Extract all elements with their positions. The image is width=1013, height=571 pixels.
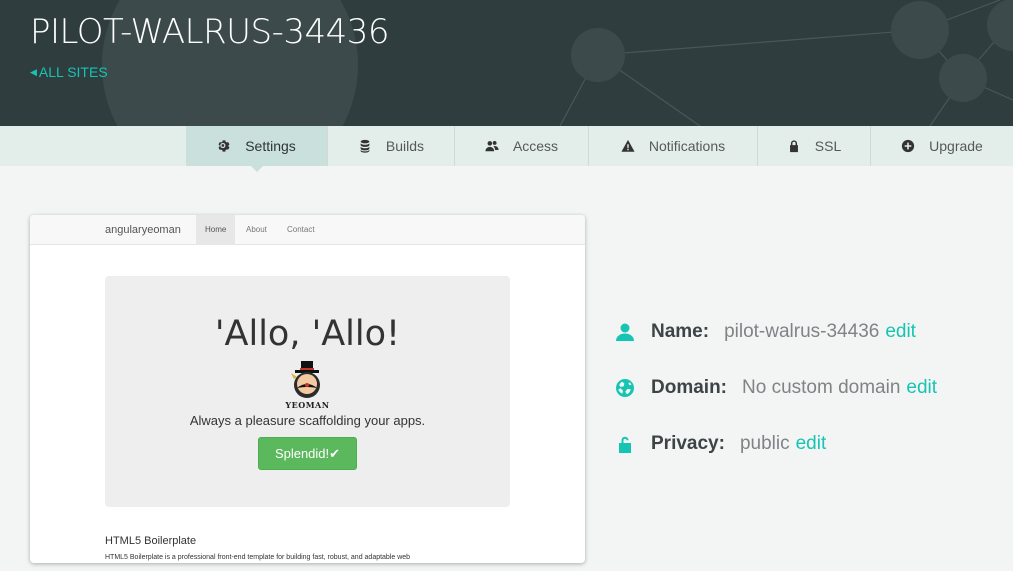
tab-access[interactable]: Access	[454, 126, 588, 166]
tab-label: SSL	[814, 138, 842, 154]
yeoman-logo	[291, 361, 320, 398]
site-header: PILOT-WALRUS-34436 ◀ ALL SITES	[0, 0, 1013, 126]
preview-headline: 'Allo, 'Allo!	[214, 314, 401, 354]
all-sites-label: ALL SITES	[38, 64, 108, 80]
preview-section-title: HTML5 Boilerplate	[105, 535, 197, 547]
yeoman-logo-text: YEOMAN	[285, 400, 330, 410]
caret-left-icon: ◀	[30, 66, 37, 77]
domain-value: No custom domain	[742, 377, 901, 398]
unlock-icon	[614, 433, 636, 455]
user-icon	[614, 321, 636, 343]
info-privacy-row: Privacy: public edit	[614, 429, 826, 459]
info-domain-row: Domain: No custom domain edit	[614, 373, 937, 403]
preview-nav-about: About	[246, 225, 267, 234]
edit-name-link[interactable]: edit	[885, 321, 916, 343]
info-name-row: Name: pilot-walrus-34436 edit	[614, 317, 916, 347]
preview-nav-home: Home	[196, 215, 236, 245]
preview-section-text: HTML5 Boilerplate is a professional fron…	[105, 554, 411, 561]
warning-icon	[621, 139, 635, 152]
tab-ssl[interactable]: SSL	[757, 126, 870, 166]
preview-nav-contact: Contact	[287, 225, 315, 234]
tab-notifications[interactable]: Notifications	[588, 126, 757, 166]
database-icon	[360, 139, 370, 153]
preview-jumbotron: 'Allo, 'Allo! YEOMAN Always a pleasure s…	[105, 276, 510, 507]
site-preview[interactable]: angularyeoman Home About Contact 'Allo, …	[30, 215, 585, 563]
tab-label: Builds	[385, 138, 425, 154]
name-value: pilot-walrus-34436	[724, 321, 880, 342]
tab-label: Notifications	[648, 138, 726, 154]
name-label: Name:	[651, 321, 710, 342]
all-sites-link[interactable]: ◀ ALL SITES	[30, 64, 108, 80]
tab-settings[interactable]: Settings	[186, 126, 327, 172]
tab-upgrade[interactable]: Upgrade	[870, 126, 1013, 166]
tab-label: Upgrade	[929, 138, 983, 154]
tab-label: Settings	[245, 138, 296, 154]
globe-icon	[614, 377, 636, 399]
tab-label: Access	[512, 138, 559, 154]
preview-brand: angularyeoman	[105, 224, 181, 236]
edit-privacy-link[interactable]: edit	[796, 433, 827, 455]
privacy-label: Privacy:	[651, 433, 725, 454]
lock-icon	[789, 140, 798, 153]
users-icon	[485, 141, 499, 152]
tab-builds[interactable]: Builds	[327, 126, 454, 166]
edit-domain-link[interactable]: edit	[906, 377, 937, 399]
site-tabs: Settings Builds Access Notifications SSL…	[0, 126, 1013, 172]
plus-circle-icon	[902, 139, 915, 153]
domain-label: Domain:	[651, 377, 727, 398]
preview-lead-text: Always a pleasure scaffolding your apps.	[189, 413, 426, 428]
gear-icon	[218, 140, 230, 152]
privacy-value: public	[739, 433, 790, 454]
site-title: PILOT-WALRUS-34436	[30, 12, 390, 52]
preview-splendid-button: Splendid!✔	[258, 437, 357, 470]
preview-navbar: angularyeoman Home About Contact	[30, 215, 585, 245]
